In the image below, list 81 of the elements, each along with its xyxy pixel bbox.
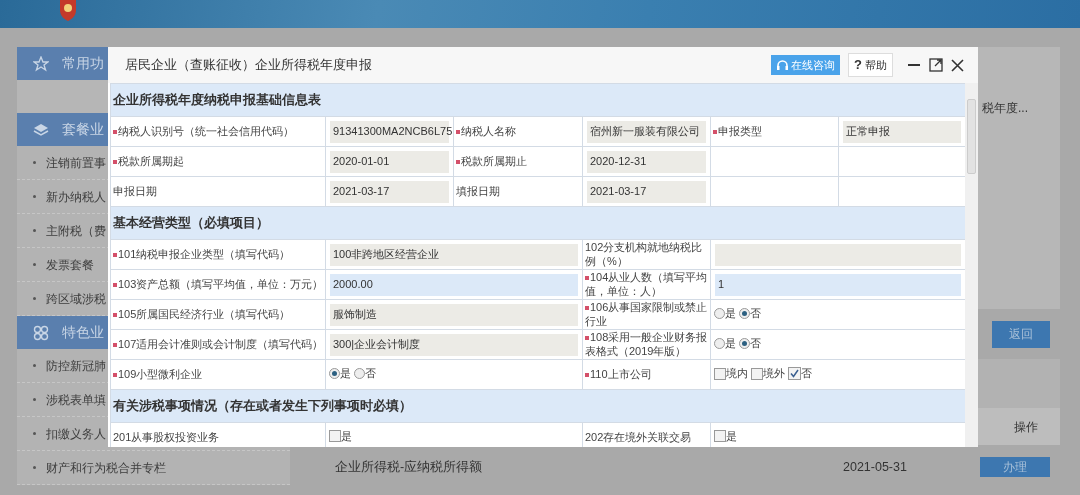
close-icon[interactable] [951, 58, 964, 72]
input-field[interactable]: 服饰制造 [330, 303, 578, 326]
field-label: 申报日期 [110, 176, 326, 207]
radio-button[interactable] [739, 308, 750, 320]
bullet-icon [33, 466, 36, 469]
section-heading: 基本经营类型（必填项目） [110, 206, 965, 240]
scrollbar-thumb[interactable] [967, 99, 976, 174]
input-field[interactable]: 100非跨地区经营企业 [330, 243, 578, 266]
checkbox[interactable] [788, 366, 801, 380]
emblem-logo [58, 0, 78, 22]
list-item-text[interactable]: 税年度... [982, 99, 1052, 309]
input-field[interactable]: 宿州新一服装有限公司 [587, 120, 706, 143]
bullet-icon [33, 263, 36, 266]
field-label: 107适用会计准则或会计制度（填写代码） [110, 329, 326, 360]
column-header: 操作 [1014, 418, 1038, 436]
field-label: 110上市公司 [582, 359, 711, 390]
checkbox-option[interactable]: 否 [788, 364, 812, 382]
field-label: 106从事国家限制或禁止行业 [582, 299, 711, 330]
checkbox[interactable] [714, 430, 726, 443]
radio-option[interactable]: 否 [739, 335, 761, 352]
bullet-icon [33, 229, 36, 232]
table-cell-text: 2021-05-31 [842, 458, 908, 476]
radio-option[interactable]: 否 [354, 365, 376, 382]
checkbox-option[interactable]: 是 [714, 428, 737, 445]
field-label: 102分支机构就地纳税比例（%） [582, 239, 711, 270]
field-label: 填报日期 [453, 176, 583, 207]
bullet-icon [33, 364, 36, 367]
radio-option[interactable]: 是 [714, 335, 736, 352]
star-icon [33, 55, 49, 72]
radio-button[interactable] [714, 338, 725, 350]
field-label: 109小型微利企业 [110, 359, 326, 390]
grid-icon [33, 324, 49, 341]
field-label: 101纳税申报企业类型（填写代码） [110, 239, 326, 270]
bullet-icon [33, 195, 36, 198]
layers-icon [33, 121, 49, 138]
checkbox-option[interactable]: 是 [329, 428, 352, 445]
radio-option[interactable]: 否 [739, 305, 761, 322]
input-field[interactable]: 2020-12-31 [587, 150, 706, 173]
field-label: 申报类型 [710, 116, 839, 147]
input-field[interactable]: 2021-03-17 [330, 180, 449, 203]
field-label: 103资产总额（填写平均值，单位：万元） [110, 269, 326, 300]
field-label: 104从业人数（填写平均值，单位：人） [582, 269, 711, 300]
bullet-icon [33, 432, 36, 435]
radio-button[interactable] [739, 338, 750, 350]
checkbox[interactable] [751, 367, 763, 380]
input-field[interactable]: 2000.00 [330, 273, 578, 296]
checkbox[interactable] [329, 430, 341, 443]
field-label: 纳税人名称 [453, 116, 583, 147]
bullet-icon [33, 398, 36, 401]
field-label: 105所属国民经济行业（填写代码） [110, 299, 326, 330]
dialog-title: 居民企业（查账征收）企业所得税年度申报 [125, 56, 373, 74]
input-field[interactable]: 2021-03-17 [587, 180, 706, 203]
field-label: 税款所属期起 [110, 146, 326, 177]
field-label: 201从事股权投资业务 [110, 422, 326, 447]
checkbox-option[interactable]: 境内 [714, 365, 748, 382]
bullet-icon [33, 297, 36, 300]
radio-button[interactable] [714, 308, 725, 320]
radio-option[interactable]: 是 [329, 365, 351, 382]
checkbox-option[interactable]: 境外 [751, 365, 785, 382]
radio-option[interactable]: 是 [714, 305, 736, 322]
field-label: 税款所属期止 [453, 146, 583, 177]
radio-button[interactable] [329, 368, 340, 380]
help-button[interactable]: ? 帮助 [848, 53, 893, 77]
input-field[interactable]: 2020-01-01 [330, 150, 449, 173]
input-field[interactable]: 300|企业会计制度 [330, 333, 578, 356]
radio-button[interactable] [354, 368, 365, 380]
checkbox[interactable] [714, 367, 726, 380]
headset-icon [776, 58, 790, 72]
sidebar-item[interactable]: 财产和行为税合并专栏 [17, 451, 290, 485]
input-field[interactable]: 1 [715, 273, 962, 296]
bullet-icon [33, 161, 36, 164]
maximize-icon[interactable] [929, 58, 943, 72]
field-label: 202存在境外关联交易 [582, 422, 711, 447]
field-label: 108采用一般企业财务报表格式（2019年版） [582, 329, 711, 360]
section-heading: 有关涉税事项情况（存在或者发生下列事项时必填） [110, 389, 965, 423]
input-field[interactable]: 正常申报 [843, 120, 962, 143]
section-heading: 企业所得税年度纳税申报基础信息表 [110, 83, 965, 117]
field-label: 纳税人识别号（统一社会信用代码） [110, 116, 326, 147]
table-cell-text: 企业所得税-应纳税所得额 [334, 458, 484, 476]
input-field[interactable] [715, 243, 962, 266]
scrollbar[interactable] [965, 83, 978, 447]
